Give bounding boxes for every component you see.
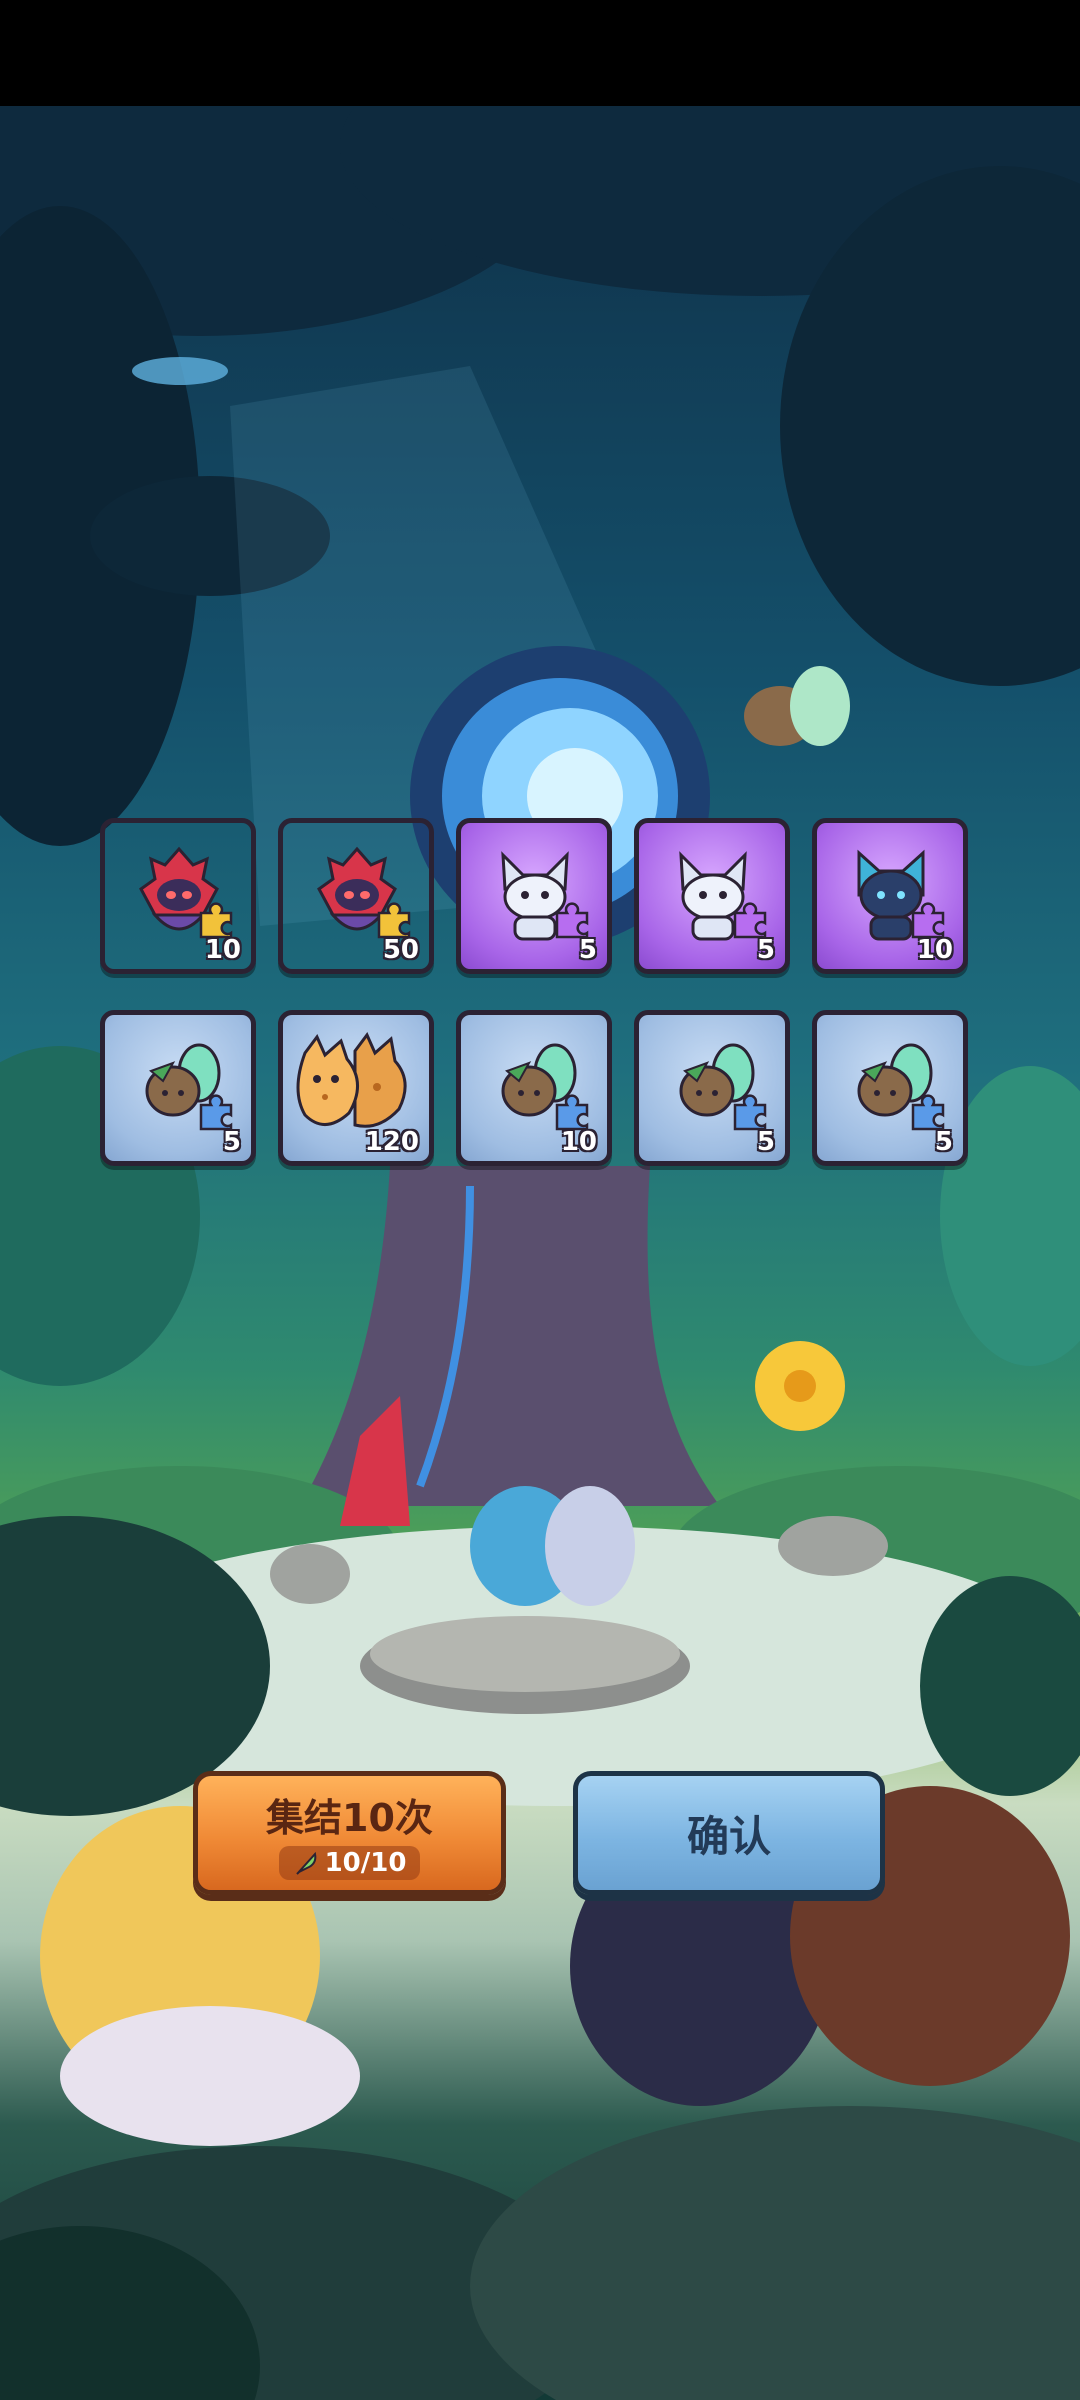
- reward-card[interactable]: 50: [278, 818, 434, 974]
- reward-card[interactable]: 10: [812, 818, 968, 974]
- status-bar: [0, 0, 1080, 106]
- gather-10x-button[interactable]: 集结10次 10/10: [193, 1771, 506, 1895]
- forest-scene: [0, 106, 1080, 2400]
- reward-quantity: 10: [916, 935, 953, 965]
- reward-card[interactable]: 5: [456, 818, 612, 974]
- gather-count: 10/10: [324, 1847, 407, 1878]
- reward-quantity: 5: [222, 1127, 241, 1157]
- reward-card[interactable]: 5: [634, 1010, 790, 1166]
- reward-quantity: 5: [756, 935, 775, 965]
- reward-quantity: 50: [382, 935, 419, 965]
- reward-quantity: 10: [204, 935, 241, 965]
- reward-quantity: 120: [364, 1127, 419, 1157]
- reward-card[interactable]: 5: [812, 1010, 968, 1166]
- reward-card[interactable]: 10: [456, 1010, 612, 1166]
- gather-cost: 10/10: [278, 1845, 421, 1880]
- forest-background-art: [0, 106, 1080, 2400]
- confirm-button[interactable]: 确认: [573, 1771, 885, 1895]
- reward-card[interactable]: 5: [634, 818, 790, 974]
- reward-card[interactable]: 120: [278, 1010, 434, 1166]
- gather-button-label: 集结10次: [266, 1795, 433, 1840]
- reward-card[interactable]: 10: [100, 818, 256, 974]
- cat-cookies-icon: [296, 1032, 407, 1128]
- confirm-button-label: 确认: [686, 1811, 771, 1861]
- reward-quantity: 5: [756, 1127, 775, 1157]
- reward-quantity: 5: [578, 935, 597, 965]
- reward-card[interactable]: 5: [100, 1010, 256, 1166]
- feather-icon: [295, 1851, 316, 1875]
- reward-quantity: 5: [934, 1127, 953, 1157]
- reward-quantity: 10: [560, 1127, 597, 1157]
